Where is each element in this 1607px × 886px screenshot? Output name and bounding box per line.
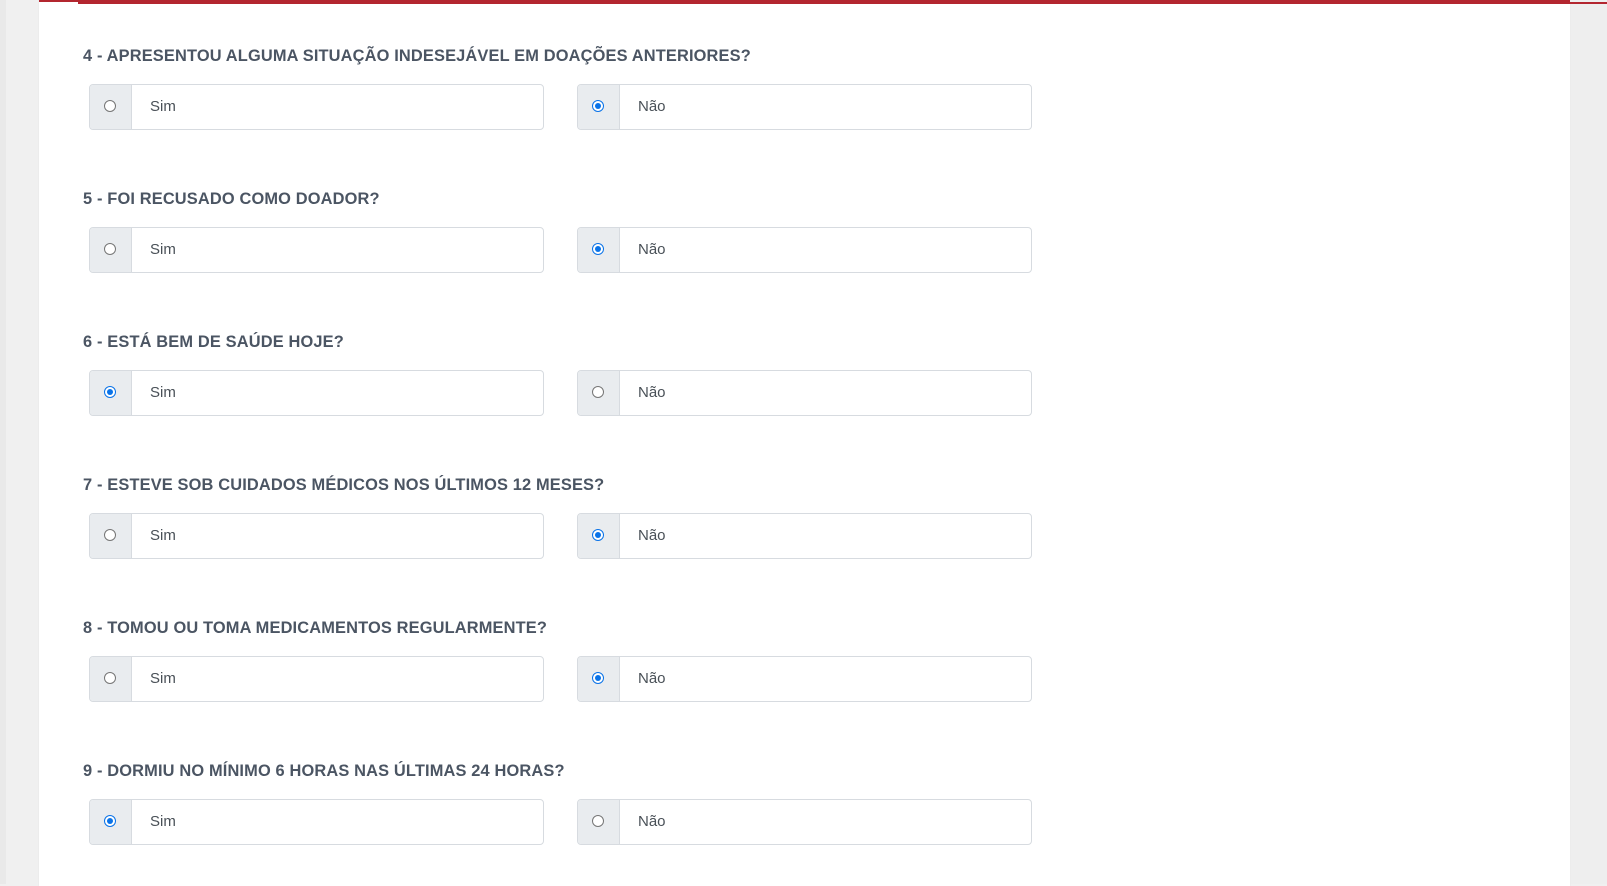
- option-nao[interactable]: Não: [577, 227, 1032, 273]
- question-title: 7 - ESTEVE SOB CUIDADOS MÉDICOS NOS ÚLTI…: [83, 476, 605, 494]
- question-6: 6 - ESTÁ BEM DE SAÚDE HOJE? Sim Não: [83, 332, 1043, 416]
- radio-button[interactable]: [104, 100, 116, 112]
- right-gutter: [1571, 0, 1607, 884]
- question-9: 9 - DORMIU NO MÍNIMO 6 HORAS NAS ÚLTIMAS…: [83, 761, 1043, 845]
- questionnaire-card: [39, 0, 1607, 886]
- question-options: Sim Não: [89, 370, 1039, 416]
- radio-button[interactable]: [592, 243, 604, 255]
- question-title: 9 - DORMIU NO MÍNIMO 6 HORAS NAS ÚLTIMAS…: [83, 762, 565, 780]
- option-nao[interactable]: Não: [577, 799, 1032, 845]
- option-label: Não: [638, 527, 666, 544]
- question-title: 6 - ESTÁ BEM DE SAÚDE HOJE?: [83, 333, 344, 351]
- question-4: 4 - APRESENTOU ALGUMA SITUAÇÃO INDESEJÁV…: [83, 46, 1043, 130]
- radio-addon: [578, 800, 620, 844]
- option-nao[interactable]: Não: [577, 370, 1032, 416]
- radio-button[interactable]: [592, 386, 604, 398]
- radio-button[interactable]: [592, 529, 604, 541]
- radio-button[interactable]: [104, 529, 116, 541]
- question-title: 4 - APRESENTOU ALGUMA SITUAÇÃO INDESEJÁV…: [83, 47, 751, 65]
- question-8: 8 - TOMOU OU TOMA MEDICAMENTOS REGULARME…: [83, 618, 1043, 702]
- option-label: Não: [638, 98, 666, 115]
- question-options: Sim Não: [89, 656, 1039, 702]
- card-top-accent: [78, 2, 1607, 4]
- option-sim[interactable]: Sim: [89, 370, 544, 416]
- option-label: Sim: [150, 527, 176, 544]
- question-options: Sim Não: [89, 513, 1039, 559]
- option-label: Não: [638, 813, 666, 830]
- radio-addon: [578, 85, 620, 129]
- option-sim[interactable]: Sim: [89, 799, 544, 845]
- radio-addon: [90, 514, 132, 558]
- question-5: 5 - FOI RECUSADO COMO DOADOR? Sim Não: [83, 189, 1043, 273]
- question-title: 8 - TOMOU OU TOMA MEDICAMENTOS REGULARME…: [83, 619, 548, 637]
- radio-addon: [578, 657, 620, 701]
- question-7: 7 - ESTEVE SOB CUIDADOS MÉDICOS NOS ÚLTI…: [83, 475, 1043, 559]
- radio-button[interactable]: [104, 672, 116, 684]
- radio-addon: [578, 228, 620, 272]
- option-sim[interactable]: Sim: [89, 227, 544, 273]
- radio-button[interactable]: [104, 243, 116, 255]
- option-sim[interactable]: Sim: [89, 84, 544, 130]
- radio-button[interactable]: [104, 386, 116, 398]
- option-label: Sim: [150, 813, 176, 830]
- radio-addon: [90, 228, 132, 272]
- option-sim[interactable]: Sim: [89, 656, 544, 702]
- option-label: Não: [638, 670, 666, 687]
- question-options: Sim Não: [89, 227, 1039, 273]
- radio-button[interactable]: [104, 815, 116, 827]
- option-label: Não: [638, 384, 666, 401]
- radio-addon: [90, 800, 132, 844]
- option-label: Sim: [150, 670, 176, 687]
- radio-button[interactable]: [592, 100, 604, 112]
- radio-button[interactable]: [592, 672, 604, 684]
- radio-button[interactable]: [592, 815, 604, 827]
- radio-addon: [578, 514, 620, 558]
- question-title: 5 - FOI RECUSADO COMO DOADOR?: [83, 190, 380, 208]
- option-label: Não: [638, 241, 666, 258]
- question-options: Sim Não: [89, 84, 1039, 130]
- option-nao[interactable]: Não: [577, 84, 1032, 130]
- left-gutter: [0, 0, 6, 884]
- radio-addon: [90, 371, 132, 415]
- question-options: Sim Não: [89, 799, 1039, 845]
- option-nao[interactable]: Não: [577, 513, 1032, 559]
- radio-addon: [90, 657, 132, 701]
- option-label: Sim: [150, 98, 176, 115]
- option-nao[interactable]: Não: [577, 656, 1032, 702]
- option-sim[interactable]: Sim: [89, 513, 544, 559]
- option-label: Sim: [150, 384, 176, 401]
- option-label: Sim: [150, 241, 176, 258]
- radio-addon: [578, 371, 620, 415]
- radio-addon: [90, 85, 132, 129]
